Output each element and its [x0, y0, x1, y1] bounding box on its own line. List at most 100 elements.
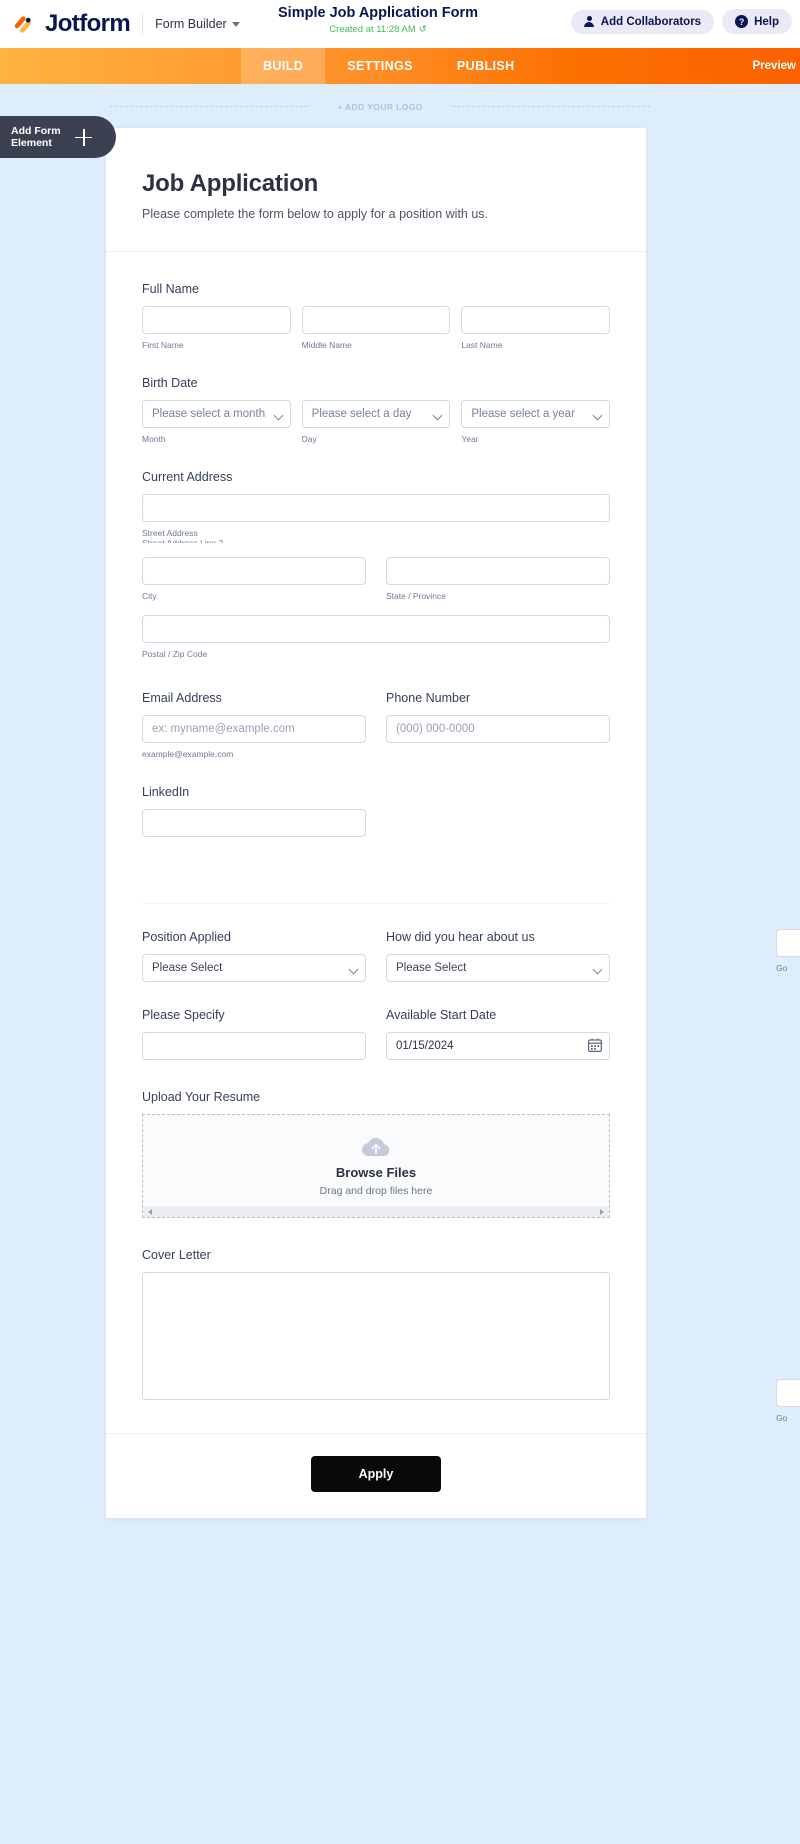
- phone-col: Phone Number: [386, 691, 610, 759]
- product-switcher-label: Form Builder: [155, 17, 227, 31]
- help-icon: ?: [735, 15, 749, 28]
- jotform-brand[interactable]: Jotform: [12, 10, 131, 38]
- field-birth-date: Birth Date Please select a month Month P…: [142, 376, 611, 444]
- nav-right-group: Preview: [753, 48, 800, 84]
- please-specify-label: Please Specify: [142, 1008, 225, 1022]
- available-start-date-label: Available Start Date: [386, 1008, 497, 1022]
- scroll-left-arrow-icon[interactable]: [148, 1208, 152, 1215]
- chevron-down-icon: [592, 964, 603, 975]
- drag-drop-hint: Drag and drop files here: [319, 1185, 433, 1197]
- upload-horizontal-scrollbar[interactable]: [143, 1206, 609, 1217]
- start-date-wrap: [386, 1032, 610, 1060]
- postal-zip-sublabel: Postal / Zip Code: [142, 649, 208, 659]
- current-address-label: Current Address: [142, 470, 233, 484]
- hear-about-label: How did you hear about us: [386, 930, 535, 944]
- upload-resume-label: Upload Your Resume: [142, 1090, 261, 1104]
- first-name-input[interactable]: [142, 306, 291, 334]
- chevron-down-icon: [432, 410, 443, 421]
- position-applied-label: Position Applied: [142, 930, 231, 944]
- edge-widget-2-label: Go: [776, 1413, 788, 1423]
- specify-startdate-row: Please Specify Available Start Date: [142, 1008, 610, 1060]
- help-label: Help: [754, 15, 779, 28]
- city-sublabel: City: [142, 591, 157, 601]
- birth-month-col: Please select a month Month: [142, 400, 291, 444]
- form-title[interactable]: Simple Job Application Form: [278, 5, 478, 21]
- product-switcher[interactable]: Form Builder: [155, 17, 240, 31]
- refresh-icon[interactable]: ↺: [419, 24, 427, 35]
- linkedin-label: LinkedIn: [142, 785, 190, 799]
- field-specify-startdate: Please Specify Available Start Date: [142, 1008, 610, 1060]
- main-nav-bar: BUILD SETTINGS PUBLISH Preview: [0, 48, 800, 84]
- phone-input[interactable]: [386, 715, 610, 743]
- form-body: Full Name First Name Middle Name Last Na…: [106, 252, 646, 1405]
- birth-month-value: Please select a month: [152, 408, 266, 420]
- middle-name-input[interactable]: [301, 306, 451, 334]
- birth-day-value: Please select a day: [311, 408, 412, 420]
- last-name-sublabel: Last Name: [461, 340, 503, 350]
- add-collaborators-button[interactable]: Add Collaborators: [570, 9, 715, 34]
- tab-publish[interactable]: PUBLISH: [435, 48, 537, 84]
- specify-col: Please Specify: [142, 1008, 366, 1060]
- street-address-input[interactable]: [142, 494, 610, 522]
- email-input[interactable]: [142, 715, 366, 743]
- chevron-down-icon: [231, 21, 240, 27]
- help-button[interactable]: ? Help: [722, 9, 792, 34]
- zip-col: Postal / Zip Code: [142, 615, 610, 659]
- email-col: Email Address example@example.com: [142, 691, 366, 759]
- hear-about-value: Please Select: [396, 962, 467, 974]
- add-form-element-line2: Element: [11, 137, 52, 149]
- edge-widget-2-input[interactable]: [776, 1379, 800, 1407]
- form-subtitle: Please complete the form below to apply …: [142, 207, 489, 221]
- full-name-label: Full Name: [142, 282, 199, 296]
- calendar-icon[interactable]: [588, 1038, 602, 1052]
- hear-about-select[interactable]: Please Select: [386, 954, 610, 982]
- edge-widget-2[interactable]: Go: [776, 1379, 800, 1423]
- scroll-right-arrow-icon[interactable]: [600, 1208, 604, 1215]
- city-state-row: City State / Province: [142, 557, 610, 601]
- top-header-bar: Jotform Form Builder Simple Job Applicat…: [0, 0, 800, 48]
- page-title: Job Application: [142, 170, 319, 197]
- cover-letter-textarea[interactable]: [142, 1272, 610, 1400]
- edge-widget-1-input[interactable]: [776, 929, 800, 957]
- please-specify-input[interactable]: [142, 1032, 366, 1060]
- field-position-hear: Position Applied Please Select How did y…: [142, 930, 610, 982]
- edge-widget-1-label: Go: [776, 963, 788, 973]
- cloud-upload-icon: [359, 1135, 393, 1159]
- browse-files-button[interactable]: Browse Files: [336, 1165, 416, 1180]
- tab-settings[interactable]: SETTINGS: [325, 48, 435, 84]
- city-input[interactable]: [142, 557, 366, 585]
- state-col: State / Province: [386, 557, 610, 601]
- birth-day-select[interactable]: Please select a day: [301, 400, 451, 428]
- jotform-wordmark: Jotform: [45, 10, 131, 37]
- header-divider: [142, 13, 144, 35]
- start-date-col: Available Start Date: [386, 1008, 610, 1060]
- birth-month-select[interactable]: Please select a month: [142, 400, 291, 428]
- last-name-input[interactable]: [461, 306, 611, 334]
- add-logo-dropzone[interactable]: + ADD YOUR LOGO: [110, 96, 650, 118]
- position-applied-select[interactable]: Please Select: [142, 954, 366, 982]
- jotform-logo-icon: [12, 12, 36, 36]
- chevron-down-icon: [592, 410, 603, 421]
- apply-submit-button[interactable]: Apply: [311, 1456, 441, 1492]
- created-at-status: Created at 11:28 AM ↺: [278, 24, 478, 35]
- birth-year-select[interactable]: Please select a year: [461, 400, 611, 428]
- form-canvas: + ADD YOUR LOGO Add Form Element Go Go J…: [0, 84, 800, 1844]
- preview-button[interactable]: Preview: [753, 60, 796, 72]
- postal-zip-input[interactable]: [142, 615, 610, 643]
- birth-year-value: Please select a year: [471, 408, 575, 420]
- edge-widget-1[interactable]: Go: [776, 929, 800, 973]
- street-address-2-sublabel: Street Address Line 2: [142, 538, 224, 543]
- birth-date-label: Birth Date: [142, 376, 198, 390]
- add-form-element-button[interactable]: Add Form Element: [0, 116, 116, 158]
- linkedin-input[interactable]: [142, 809, 366, 837]
- cover-letter-label: Cover Letter: [142, 1248, 211, 1262]
- state-province-input[interactable]: [386, 557, 610, 585]
- city-col: City: [142, 557, 366, 601]
- linkedin-spacer: [386, 785, 610, 837]
- available-start-date-input[interactable]: [386, 1032, 610, 1060]
- last-name-col: Last Name: [461, 306, 611, 350]
- tab-build[interactable]: BUILD: [241, 48, 326, 84]
- field-cover-letter: Cover Letter: [142, 1248, 610, 1405]
- chevron-down-icon: [348, 964, 359, 975]
- file-upload-dropzone[interactable]: Browse Files Drag and drop files here: [142, 1114, 610, 1218]
